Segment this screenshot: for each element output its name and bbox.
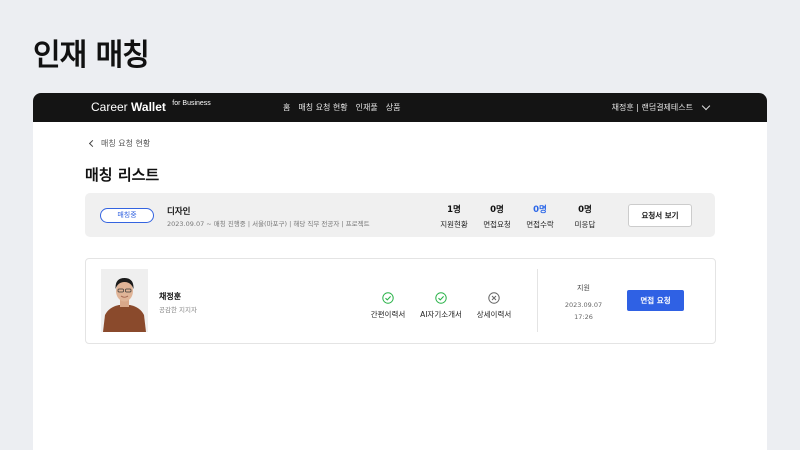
candidate-tagline: 공감한 지지자 (159, 306, 197, 314)
apply-label: 지원 (577, 284, 590, 292)
avatar (101, 269, 148, 332)
status-badge: 매칭중 (100, 208, 154, 223)
user-menu-label: 채정훈 | 랜덤결제테스트 (611, 103, 693, 112)
job-title: 디자인 (167, 207, 191, 217)
stat-label: 미응답 (574, 220, 596, 229)
back-link-label: 매칭 요청 현황 (101, 139, 151, 148)
breadcrumb[interactable]: 매칭 요청 현황 (88, 138, 151, 149)
stat-value: 0명 (578, 205, 592, 215)
candidate-name: 채정훈 (159, 292, 182, 301)
nav-item-home[interactable]: 홈 (283, 102, 290, 113)
career-wallet-logo[interactable]: Career Wallet for Business (91, 100, 211, 114)
user-menu[interactable]: 채정훈 | 랜덤결제테스트 (611, 101, 711, 113)
candidate-card[interactable]: 채정훈 공감한 지지자 간편이력서 AI자기소개서 상세이력서 지원 2023.… (85, 258, 716, 344)
logo-bold-text: Wallet (131, 100, 166, 114)
check-circle-icon (435, 292, 447, 304)
nav-item-products[interactable]: 상품 (386, 102, 401, 113)
doc-simple-resume[interactable]: 간편이력서 (358, 289, 418, 320)
stat-interview-accepted: 0명 면접수락 (515, 203, 565, 230)
apply-datetime: 2023.09.07 17:26 (556, 299, 611, 323)
x-circle-icon (488, 292, 500, 304)
app-window: Career Wallet for Business 홈 매칭 요청 현황 인재… (33, 93, 767, 450)
apply-time: 17:26 (574, 313, 593, 321)
page-title: 매칭 리스트 (85, 166, 160, 184)
stat-no-response: 0명 미응답 (560, 203, 610, 230)
doc-ai-cover-letter[interactable]: AI자기소개서 (411, 289, 471, 320)
check-circle-icon (382, 292, 394, 304)
job-info: 2023.09.07 ~ 매칭 진행중 | 서울(마포구) | 해당 직무 전공… (167, 220, 370, 228)
doc-detailed-resume[interactable]: 상세이력서 (464, 289, 524, 320)
logo-text: Career (91, 100, 128, 114)
doc-label: AI자기소개서 (420, 310, 462, 319)
job-summary-panel: 매칭중 디자인 2023.09.07 ~ 매칭 진행중 | 서울(마포구) | … (85, 193, 715, 237)
divider (537, 269, 538, 332)
stat-value: 0명 (533, 205, 547, 215)
view-request-button[interactable]: 요청서 보기 (628, 204, 692, 227)
apply-date: 2023.09.07 (564, 301, 603, 309)
main-nav: 홈 매칭 요청 현황 인재풀 상품 (283, 102, 400, 113)
doc-label: 간편이력서 (370, 310, 406, 319)
doc-label: 상세이력서 (476, 310, 512, 319)
request-interview-button[interactable]: 면접 요청 (627, 290, 684, 311)
chevron-left-icon (88, 139, 97, 148)
top-nav-bar: Career Wallet for Business 홈 매칭 요청 현황 인재… (33, 93, 767, 122)
logo-suffix: for Business (172, 100, 211, 107)
nav-item-talent-pool[interactable]: 인재풀 (356, 102, 378, 113)
slide-title: 인재 매칭 (33, 38, 150, 73)
nav-item-match-requests[interactable]: 매칭 요청 현황 (298, 102, 347, 113)
stat-label: 면접수락 (526, 220, 554, 229)
chevron-down-icon (701, 101, 711, 111)
